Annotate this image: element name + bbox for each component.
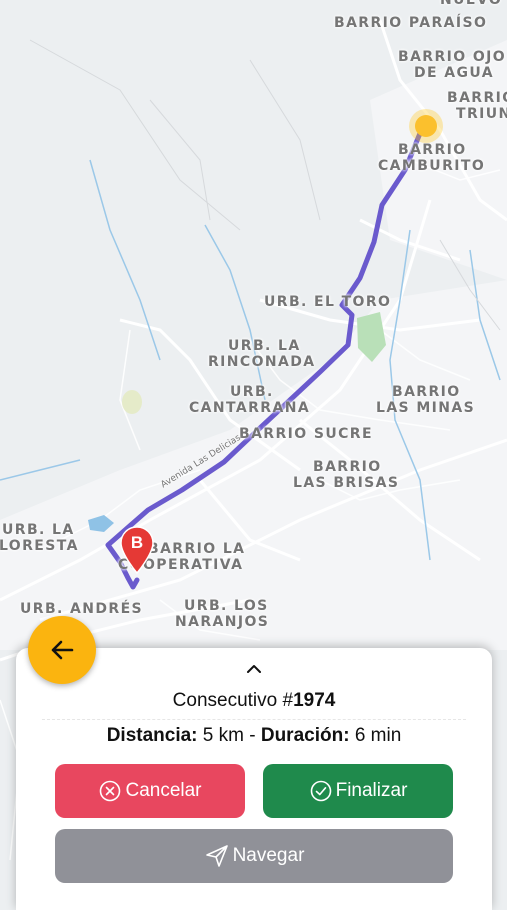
- destination-marker-label: B: [130, 533, 144, 552]
- map-label: LAS MINAS: [376, 400, 476, 416]
- map-label: BARRIO PARAÍSO: [334, 15, 488, 31]
- distance-label: Distancia:: [106, 725, 198, 746]
- map-label: CANTARRANA: [189, 400, 311, 416]
- origin-marker[interactable]: [409, 109, 443, 143]
- map-label: BARRIO: [392, 384, 461, 400]
- map-label: RINCONADA: [208, 354, 316, 370]
- back-button[interactable]: [28, 616, 96, 684]
- map-label: URB.: [230, 384, 274, 400]
- map-label: BARRIO: [447, 90, 507, 106]
- cancel-circle-icon: [100, 780, 121, 802]
- consecutivo-label: Consecutivo #: [172, 690, 294, 711]
- consecutivo-line: Consecutivo #1974: [16, 690, 492, 712]
- trip-stats: Distancia: 5 km - Duración: 6 min: [16, 725, 492, 747]
- map-label: NUEVO: [440, 0, 503, 8]
- map-label: URB. ANDRÉS: [20, 601, 144, 617]
- navigate-button[interactable]: Navegar: [55, 829, 453, 883]
- duration-value: 6 min: [354, 725, 402, 746]
- map-label: BARRIO LA: [148, 541, 246, 557]
- cancel-button-label: Cancelar: [125, 780, 202, 801]
- send-icon: [205, 845, 228, 867]
- finish-button[interactable]: Finalizar: [263, 764, 453, 818]
- map-label: BARRIO: [313, 459, 382, 475]
- map-label: CAMBURITO: [378, 158, 486, 174]
- chevron-up-icon[interactable]: [242, 658, 266, 678]
- navigate-button-label: Navegar: [232, 845, 305, 866]
- map-label: FLORESTA: [0, 538, 79, 554]
- map-label: BARRIO SUCRE: [239, 426, 373, 442]
- distance-value: 5 km: [202, 725, 244, 746]
- map-label: LAS BRISAS: [293, 475, 400, 491]
- map-label: URB. LA: [228, 338, 301, 354]
- consecutivo-number: 1974: [293, 690, 336, 711]
- duration-label: Duración:: [260, 725, 350, 746]
- cancel-button[interactable]: Cancelar: [55, 764, 245, 818]
- divider: [42, 719, 466, 720]
- finish-button-label: Finalizar: [335, 780, 408, 801]
- map-label: NARANJOS: [175, 614, 270, 630]
- check-circle-icon: [310, 780, 331, 802]
- trip-panel: Consecutivo #1974 Distancia: 5 km - Dura…: [16, 648, 492, 910]
- map-label: BARRIO OJO: [398, 49, 507, 65]
- map-label: URB. EL TORO: [264, 294, 392, 310]
- map-label: TRIUN: [456, 106, 507, 122]
- destination-marker[interactable]: B: [120, 526, 154, 574]
- stats-separator: -: [249, 725, 256, 746]
- map-label: URB. LOS: [184, 598, 269, 614]
- map-label: BARRIO: [398, 142, 467, 158]
- map-label: URB. LA: [2, 522, 75, 538]
- arrow-left-icon: [51, 640, 74, 660]
- map-label: DE AGUA: [414, 65, 494, 81]
